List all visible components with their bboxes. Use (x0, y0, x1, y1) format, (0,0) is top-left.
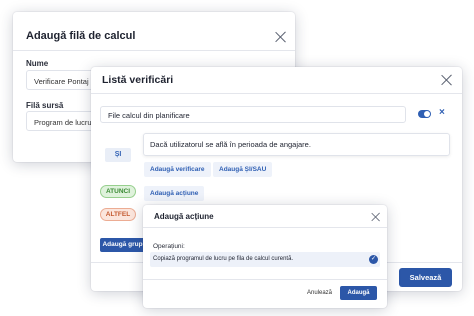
enable-toggle[interactable] (418, 110, 431, 118)
divider (13, 50, 295, 51)
checklist-title: Listă verificări (102, 74, 174, 86)
then-badge: ATUNCI (100, 185, 136, 198)
name-label: Nume (26, 59, 49, 68)
add-group-button[interactable]: Adaugă grup (100, 238, 145, 252)
add-action-dialog: Adaugă acțiune Operațiuni: Copiază progr… (143, 205, 387, 308)
else-badge: ALTFEL (100, 208, 136, 221)
cancel-button[interactable]: Anulează (307, 290, 332, 296)
operation-option-label: Copiază programul de lucru pe fila de ca… (153, 256, 294, 262)
and-operator-badge[interactable]: ȘI (105, 148, 131, 162)
add-action-title: Adaugă acțiune (154, 212, 214, 221)
divider (143, 279, 387, 280)
close-icon[interactable] (441, 74, 453, 86)
close-icon[interactable] (275, 31, 287, 43)
add-and-or-button[interactable]: Adaugă ȘI/SAU (213, 162, 273, 177)
divider (143, 227, 387, 228)
remove-icon[interactable]: × (439, 107, 445, 118)
source-sheet-label: Filă sursă (26, 101, 64, 110)
add-button[interactable]: Adaugă (340, 286, 377, 300)
operations-label: Operațiuni: (153, 243, 185, 250)
divider (91, 93, 462, 94)
save-button[interactable]: Salvează (399, 268, 452, 287)
add-check-button[interactable]: Adaugă verificare (144, 162, 211, 177)
operation-option[interactable]: Copiază programul de lucru pe fila de ca… (150, 252, 380, 267)
add-action-button[interactable]: Adaugă acțiune (144, 186, 205, 201)
file-select[interactable]: File calcul din planificare (100, 106, 406, 123)
add-sheet-title: Adaugă filă de calcul (26, 30, 136, 42)
close-icon[interactable] (371, 212, 381, 222)
check-icon: ✓ (369, 255, 378, 264)
condition-field[interactable]: Dacă utilizatorul se află în perioada de… (143, 133, 450, 156)
